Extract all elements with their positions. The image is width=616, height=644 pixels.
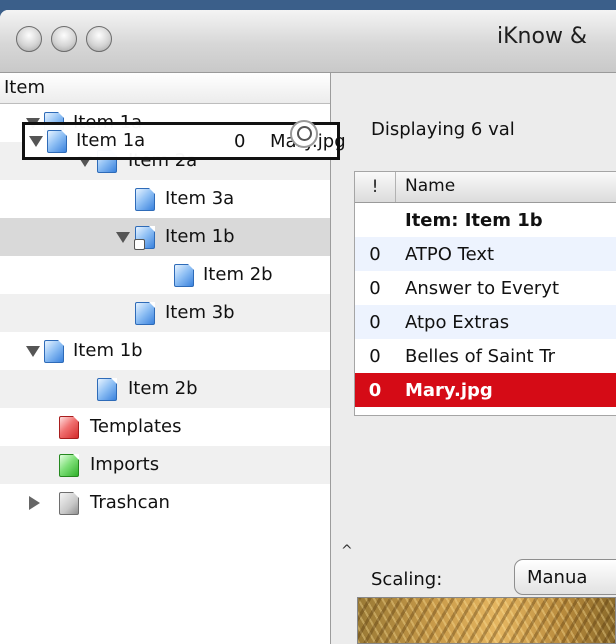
document-icon	[97, 378, 117, 401]
sidebar-item-label: Item 2b	[128, 378, 198, 399]
sidebar-item-item-2b[interactable]: Item 2b	[0, 256, 330, 294]
document-icon	[44, 340, 64, 363]
sidebar-item-label: Templates	[90, 416, 182, 437]
document-icon	[174, 264, 194, 287]
row-name: Atpo Extras	[405, 312, 510, 333]
detail-panel: Displaying 6 val ! Name Item: Item 1b 0 …	[331, 73, 616, 644]
row-flag: 0	[369, 346, 381, 367]
row-flag: 0	[369, 312, 381, 333]
scaling-label: Scaling:	[371, 569, 443, 590]
table-row[interactable]: 0 Atpo Extras	[355, 305, 616, 339]
sidebar-item-label: Item 1b	[73, 340, 143, 361]
templates-icon	[59, 416, 79, 439]
row-flag: 0	[368, 380, 382, 401]
close-button[interactable]	[16, 26, 42, 52]
sidebar-item-item-3a[interactable]: Item 3a	[0, 180, 330, 218]
disclosure-open-icon[interactable]	[26, 346, 40, 357]
row-name: Answer to Everyt	[405, 278, 560, 299]
table-row[interactable]: 0 Belles of Saint Tr	[355, 339, 616, 373]
sidebar-item-item-1b[interactable]: Item 1b	[0, 332, 330, 370]
table-row[interactable]: 0 ATPO Text	[355, 237, 616, 271]
drag-item-value: 0	[234, 131, 246, 152]
sidebar-item-item-2b-second[interactable]: Item 2b	[0, 370, 330, 408]
document-icon	[135, 188, 155, 211]
sidebar-item-label: Imports	[90, 454, 160, 475]
row-flag: 0	[369, 278, 381, 299]
app-window: iKnow & Item Item 1a Item 2a Item 3a Ite…	[0, 10, 616, 644]
sidebar-item-label: Item 1b	[165, 226, 235, 247]
table-row-selected[interactable]: 0 Mary.jpg	[355, 373, 616, 407]
table-row[interactable]: 0 Answer to Everyt	[355, 271, 616, 305]
table-row[interactable]: Item: Item 1b	[355, 203, 616, 237]
sidebar-item-label: Item 3a	[165, 188, 235, 209]
row-name: ATPO Text	[405, 244, 495, 265]
row-name: Item: Item 1b	[405, 210, 543, 231]
document-icon	[47, 130, 67, 153]
sidebar-item-label: Item 2b	[203, 264, 273, 285]
sidebar-item-trashcan[interactable]: Trashcan	[0, 484, 330, 522]
row-name: Belles of Saint Tr	[405, 346, 556, 367]
sidebar-item-templates[interactable]: Templates	[0, 408, 330, 446]
row-flag: 0	[369, 244, 381, 265]
zoom-button[interactable]	[86, 26, 112, 52]
alias-document-icon	[134, 226, 155, 250]
alias-badge-icon	[134, 239, 145, 250]
scaling-popup[interactable]: Manua	[514, 559, 616, 595]
outline-header-label: Item	[4, 77, 45, 98]
sidebar-item-item-1b-alias[interactable]: Item 1b	[0, 218, 330, 256]
values-table[interactable]: ! Name Item: Item 1b 0 ATPO Text 0 Answe…	[354, 171, 616, 416]
table-header: ! Name	[355, 172, 616, 203]
sidebar-item-item-3b[interactable]: Item 3b	[0, 294, 330, 332]
scaling-popup-value: Manua	[527, 567, 588, 588]
sidebar-item-label: Trashcan	[90, 492, 170, 513]
title-bar[interactable]: iKnow &	[0, 10, 616, 73]
disclosure-closed-icon[interactable]	[29, 496, 40, 510]
flag-column-header[interactable]: !	[355, 172, 396, 202]
search-icon[interactable]	[290, 120, 318, 148]
sidebar-item-imports[interactable]: Imports	[0, 446, 330, 484]
trash-icon	[59, 492, 79, 515]
sidebar-item-label: Item 3b	[165, 302, 235, 323]
imports-icon	[59, 454, 79, 477]
split-caret-icon[interactable]: ^	[341, 543, 353, 559]
disclosure-open-icon[interactable]	[116, 232, 130, 243]
minimize-button[interactable]	[51, 26, 77, 52]
document-icon	[135, 302, 155, 325]
drag-item-label: Item 1a	[76, 130, 146, 151]
image-preview	[357, 597, 616, 644]
window-title: iKnow &	[497, 24, 588, 49]
row-name: Mary.jpg	[405, 380, 493, 401]
outline-column-header[interactable]: Item	[0, 73, 330, 104]
disclosure-open-icon	[29, 136, 43, 147]
display-count-text: Displaying 6 val	[371, 119, 515, 140]
name-column-header[interactable]: Name	[405, 176, 455, 196]
